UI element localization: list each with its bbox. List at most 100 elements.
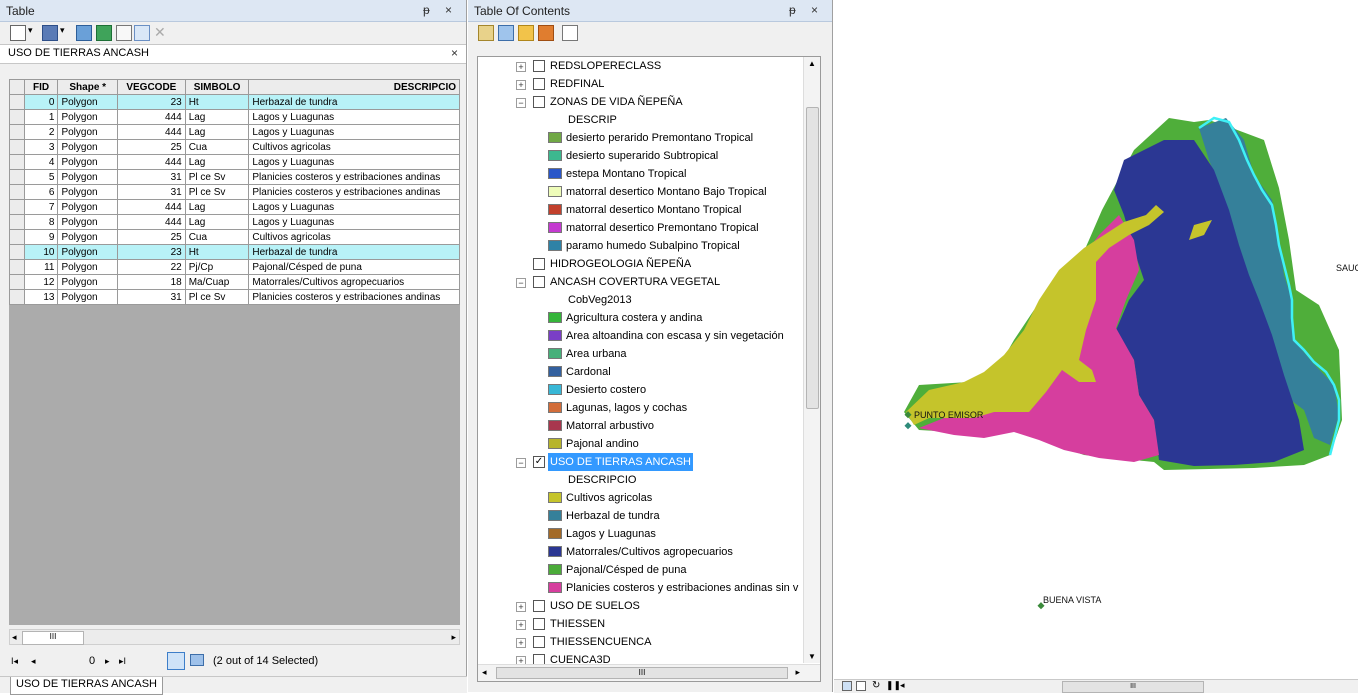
cell-descripcio[interactable]: Pajonal/Césped de puna [248,259,460,275]
cell-shape[interactable]: Polygon [57,214,118,230]
list-by-selection-icon[interactable] [538,25,554,41]
legend-swatch[interactable] [548,582,562,593]
table-row[interactable]: 13 Polygon 31 Pl ce Sv Planicies costeros y … [9,289,460,305]
toc-layer[interactable]: HIDROGEOLOGIA ÑEPEÑA [478,255,820,273]
legend-swatch[interactable] [548,564,562,575]
legend-class[interactable]: Pajonal andino [478,435,820,453]
toc-layer[interactable]: − ✓ USO DE TIERRAS ANCASH [478,453,820,471]
legend-class[interactable]: Area altoandina con escasa y sin vegetac… [478,327,820,345]
scroll-left-icon[interactable]: ◂ [900,680,905,691]
expand-toggle-icon[interactable]: + [516,80,526,90]
cell-simbolo[interactable]: Cua [184,139,250,155]
expand-toggle-icon[interactable]: + [516,638,526,648]
table-row[interactable]: 10 Polygon 23 Ht Herbazal de tundra [9,244,460,260]
cell-fid[interactable]: 13 [23,289,59,305]
show-all-records-button[interactable] [167,652,185,670]
cell-descripcio[interactable]: Planicies costeros y estribaciones andin… [248,184,460,200]
toc-layer[interactable]: − ANCASH COVERTURA VEGETAL [478,273,820,291]
related-tables-icon[interactable] [42,25,58,41]
cell-shape[interactable]: Polygon [57,154,118,170]
chevron-down-icon[interactable]: ▾ [60,25,68,41]
layer-name[interactable]: ANCASH COVERTURA VEGETAL [550,273,720,291]
toc-layer[interactable]: + USO DE SUELOS [478,597,820,615]
station-marker[interactable] [904,422,912,430]
cell-vegcode[interactable]: 18 [117,274,186,290]
legend-swatch[interactable] [548,132,562,143]
cell-vegcode[interactable]: 31 [117,289,186,305]
cell-fid[interactable]: 10 [23,244,59,260]
legend-swatch[interactable] [548,384,562,395]
cell-vegcode[interactable]: 444 [117,214,186,230]
cell-fid[interactable]: 3 [23,139,59,155]
cell-simbolo[interactable]: Pl ce Sv [184,289,250,305]
cell-vegcode[interactable]: 23 [117,94,186,110]
cell-descripcio[interactable]: Matorrales/Cultivos agropecuarios [248,274,460,290]
layer-name[interactable]: USO DE SUELOS [550,597,640,615]
cell-shape[interactable]: Polygon [57,169,118,185]
layer-visibility-checkbox[interactable] [533,600,545,612]
layer-visibility-checkbox[interactable]: ✓ [533,456,545,468]
layer-name[interactable]: USO DE TIERRAS ANCASH [548,453,693,471]
cell-simbolo[interactable]: Pl ce Sv [184,169,250,185]
cell-simbolo[interactable]: Pj/Cp [184,259,250,275]
expand-toggle-icon[interactable]: − [516,98,526,108]
pause-icon[interactable]: ❚❚ [886,680,901,691]
table-row[interactable]: 9 Polygon 25 Cua Cultivos agricolas [9,229,460,245]
scrollbar-thumb[interactable]: III [22,631,84,645]
legend-class[interactable]: desierto superarido Subtropical [478,147,820,165]
legend-swatch[interactable] [548,510,562,521]
legend-swatch[interactable] [548,222,562,233]
table-row[interactable]: 4 Polygon 444 Lag Lagos y Luagunas [9,154,460,170]
cell-descripcio[interactable]: Lagos y Luagunas [248,109,460,125]
row-selector[interactable] [9,289,25,305]
legend-swatch[interactable] [548,312,562,323]
toc-horizontal-scrollbar[interactable]: ◂ III ▸ [478,664,820,681]
legend-swatch[interactable] [548,402,562,413]
list-by-drawing-order-icon[interactable] [478,25,494,41]
table-row[interactable]: 0 Polygon 23 Ht Herbazal de tundra [9,94,460,110]
cell-fid[interactable]: 4 [23,154,59,170]
row-selector[interactable] [9,169,25,185]
cell-shape[interactable]: Polygon [57,124,118,140]
cell-descripcio[interactable]: Herbazal de tundra [248,94,460,110]
data-view-icon[interactable] [842,681,852,691]
legend-class[interactable]: Herbazal de tundra [478,507,820,525]
layer-visibility-checkbox[interactable] [533,276,545,288]
legend-class[interactable]: matorral desertico Montano Bajo Tropical [478,183,820,201]
cell-fid[interactable]: 11 [23,259,59,275]
row-selector[interactable] [9,184,25,200]
table-row[interactable]: 7 Polygon 444 Lag Lagos y Luagunas [9,199,460,215]
cell-shape[interactable]: Polygon [57,244,118,260]
table-row[interactable]: 5 Polygon 31 Pl ce Sv Planicies costeros y e… [9,169,460,185]
cell-simbolo[interactable]: Cua [184,229,250,245]
layer-visibility-checkbox[interactable] [533,78,545,90]
legend-class[interactable]: Pajonal/Césped de puna [478,561,820,579]
cell-fid[interactable]: 8 [23,214,59,230]
legend-class[interactable]: desierto perarido Premontano Tropical [478,129,820,147]
column-header-descripcio[interactable]: DESCRIPCIO [248,79,460,95]
layer-name[interactable]: ZONAS DE VIDA ÑEPEÑA [550,93,683,111]
layer-visibility-checkbox[interactable] [533,618,545,630]
expand-toggle-icon[interactable]: + [516,602,526,612]
scroll-left-icon[interactable]: ◂ [482,667,487,678]
delete-selected-icon[interactable]: ✕ [154,25,170,41]
table-row[interactable]: 6 Polygon 31 Pl ce Sv Planicies costeros y e… [9,184,460,200]
table-tab-uso-de-tierras[interactable]: USO DE TIERRAS ANCASH [10,677,163,695]
legend-class[interactable]: matorral desertico Montano Tropical [478,201,820,219]
cell-vegcode[interactable]: 444 [117,154,186,170]
scrollbar-thumb[interactable] [806,107,819,409]
cell-fid[interactable]: 9 [23,229,59,245]
legend-swatch[interactable] [548,240,562,251]
scroll-right-icon[interactable]: ▸ [795,667,800,678]
scroll-right-icon[interactable]: ▸ [451,632,456,643]
cell-vegcode[interactable]: 444 [117,199,186,215]
cell-fid[interactable]: 6 [23,184,59,200]
cell-shape[interactable]: Polygon [57,139,118,155]
scroll-left-icon[interactable]: ◂ [12,632,17,643]
cell-simbolo[interactable]: Ma/Cuap [184,274,250,290]
legend-swatch[interactable] [548,528,562,539]
row-selector[interactable] [9,259,25,275]
legend-class[interactable]: Cardonal [478,363,820,381]
switch-selection-icon[interactable] [96,25,112,41]
cell-shape[interactable]: Polygon [57,184,118,200]
